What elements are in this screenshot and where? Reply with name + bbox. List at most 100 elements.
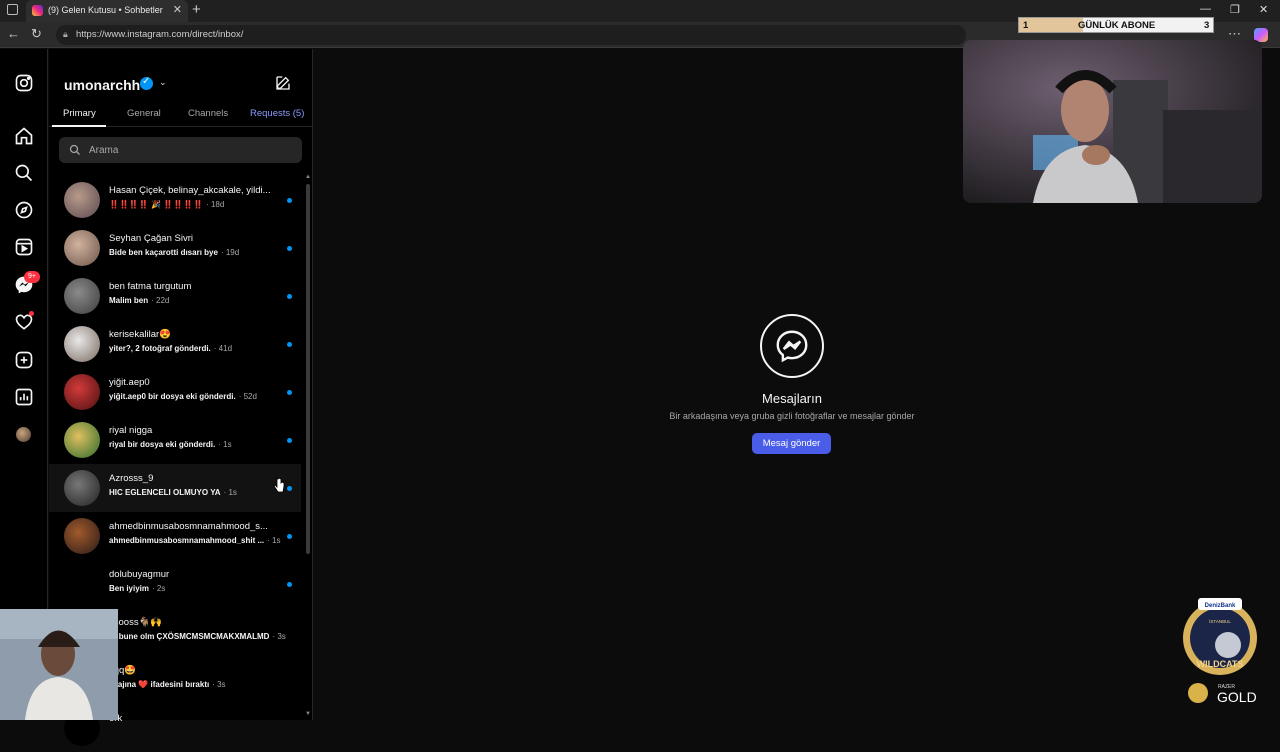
chevron-down-icon[interactable]: ⌄ (159, 77, 167, 88)
url-field[interactable]: 🔒︎ https://www.instagram.com/direct/inbo… (56, 25, 966, 45)
conversation-preview: ahmedbinmusabosmnamahmood_shit ... (109, 536, 265, 545)
conversation-time: · 52d (238, 392, 257, 401)
conversation-preview-line: ‼️‼️‼️‼️ 🎉 ‼️‼️‼️‼️ · 18d (109, 200, 224, 209)
empty-state-subtitle: Bir arkadaşına veya gruba gizli fotoğraf… (669, 411, 915, 421)
conversation-preview: Bide ben kaçarotti dısarı bye (109, 248, 218, 257)
conversation-item[interactable]: Seyhan Çağan Sivri Bide ben kaçarotti dıs… (49, 224, 301, 272)
conversation-item[interactable]: ahmedbinmusabosmnamahmood_s... ahmedbinmu… (49, 512, 301, 560)
verified-badge-icon (140, 76, 153, 90)
minimize-icon[interactable]: — (1200, 3, 1211, 15)
goal-label: GÜNLÜK ABONE (1078, 20, 1156, 31)
conversation-preview-line: n: bune olm ÇXÖSMCMSMCMAKXMALMD · 3s (109, 632, 286, 641)
conversation-time: · 2s (152, 584, 166, 593)
messenger-icon[interactable]: 9+ (14, 271, 40, 295)
streamer-webcam (963, 40, 1262, 203)
url-text: https://www.instagram.com/direct/inbox/ (76, 29, 244, 40)
avatar (64, 182, 100, 218)
guest-webcam (0, 609, 118, 720)
sponsor-year-right: 06 (1242, 637, 1250, 644)
conversation-preview: esajına ❤️ ifadesini bıraktı (109, 680, 210, 689)
back-icon[interactable]: ← (7, 26, 20, 41)
conversation-preview: Malim ben (109, 296, 149, 305)
conversation-preview-line: Ben iyiyim · 2s (109, 584, 165, 593)
conversation-preview-line: Bide ben kaçarotti dısarı bye · 19d (109, 248, 239, 257)
scrollbar[interactable]: ▲ ▼ (305, 174, 311, 719)
home-icon[interactable] (14, 126, 34, 146)
dashboard-icon[interactable] (14, 387, 34, 407)
unread-dot (287, 198, 292, 203)
tab-actions-icon[interactable] (7, 4, 18, 15)
conversation-time: · 1s (223, 488, 237, 497)
goal-end: 3 (1204, 20, 1210, 31)
conversation-time: · 41d (213, 344, 233, 353)
close-tab-icon[interactable]: ✕ (173, 3, 182, 16)
search-box[interactable] (59, 137, 302, 163)
conversation-time: · 3s (212, 680, 226, 689)
conversation-preview: HIC EGLENCELI OLMUYO YA (109, 488, 221, 497)
unread-dot (287, 294, 292, 299)
conversation-time: · 19d (220, 248, 240, 257)
notifications-heart-icon[interactable] (14, 311, 34, 332)
conversation-item[interactable]: kerisekalilar😍 yiter?, 2 fotoğraf gönderd… (49, 320, 301, 368)
compose-icon[interactable] (275, 75, 291, 91)
conversation-preview: ‼️‼️‼️‼️ 🎉 ‼️‼️‼️‼️ (109, 200, 204, 209)
sponsor-brand: GOLD (1217, 689, 1257, 705)
tab-general[interactable]: General (127, 108, 161, 119)
conversation-name: dolubuyagmur (109, 569, 170, 580)
profile-avatar[interactable] (14, 425, 34, 445)
sponsor-bank: DenizBank (1205, 603, 1236, 609)
avatar (64, 230, 100, 266)
conversation-item[interactable]: ben fatma turgutum Malim ben · 22d (49, 272, 301, 320)
site-info-icon[interactable]: 🔒︎ (63, 29, 68, 40)
conversation-time: · 22d (151, 296, 170, 305)
conversation-time: · 18d (206, 200, 225, 209)
refresh-icon[interactable]: ↻ (31, 26, 42, 42)
reels-icon[interactable] (14, 237, 34, 257)
explore-icon[interactable] (14, 200, 34, 220)
account-username[interactable]: umonarchh (64, 77, 140, 93)
mouse-cursor-icon (273, 477, 285, 493)
conversation-item[interactable]: Hasan Çiçek, belinay_akcakale, yildi... ‼… (49, 176, 301, 224)
conversation-preview: Ben iyiyim (109, 584, 150, 593)
maximize-icon[interactable]: ❐ (1230, 3, 1240, 16)
sponsor-logos: WILDCATS DenizBank İSTANBUL 20 06 RAZER … (1180, 598, 1260, 710)
conversation-preview-line: Malim ben · 22d (109, 296, 169, 305)
conversation-preview-line: yiğit.aep0 bir dosya eki gönderdi. · 52d (109, 392, 257, 401)
close-window-icon[interactable]: ✕ (1259, 3, 1268, 16)
conversation-preview: n: bune olm ÇXÖSMCMSMCMAKXMALMD (109, 632, 270, 641)
conversation-preview-line: ahmedbinmusabosmnamahmood_shit ... · 1s (109, 536, 280, 545)
search-icon[interactable] (14, 163, 34, 183)
conversation-preview-line: riyal bir dosya eki gönderdi. · 1s (109, 440, 232, 449)
unread-dot (287, 486, 292, 491)
instagram-logo-icon[interactable] (14, 73, 34, 93)
conversation-item[interactable]: riyal nigga riyal bir dosya eki gönderdi.… (49, 416, 301, 464)
instagram-favicon-icon (32, 5, 43, 16)
conversation-item[interactable]: dolubuyagmur Ben iyiyim · 2s (49, 560, 301, 608)
conversation-item[interactable]: Azrosss_9 HIC EGLENCELI OLMUYO YA · 1s (49, 464, 301, 512)
empty-state-title: Mesajların (762, 391, 822, 406)
conversation-item[interactable]: yiğit.aep0 yiğit.aep0 bir dosya eki gönde… (49, 368, 301, 416)
create-icon[interactable] (14, 350, 34, 370)
conversation-name: Seyhan Çağan Sivri (109, 233, 193, 244)
unread-dot (287, 438, 292, 443)
conversation-name: kerisekalilar😍 (109, 329, 171, 340)
conversation-name: Azrosss_9 (109, 473, 154, 484)
avatar (64, 326, 100, 362)
conversation-preview: yiter?, 2 fotoğraf gönderdi. (109, 344, 211, 353)
send-message-button[interactable]: Mesaj gönder (752, 433, 831, 454)
tab-primary[interactable]: Primary (63, 108, 96, 119)
scrollbar-thumb[interactable] (306, 184, 310, 554)
tab-requests[interactable]: Requests (5) (250, 108, 304, 119)
alert-dot (29, 311, 34, 316)
messenger-icon (760, 314, 824, 378)
goal-start: 1 (1023, 20, 1029, 31)
search-icon (69, 143, 81, 161)
unread-dot (287, 342, 292, 347)
browser-tab[interactable]: (9) Gelen Kutusu • Sohbetler ✕ (26, 0, 188, 22)
new-tab-button[interactable]: + (192, 1, 201, 18)
unread-dot (287, 534, 292, 539)
tab-title: (9) Gelen Kutusu • Sohbetler (48, 5, 163, 15)
search-input[interactable] (89, 141, 289, 159)
sponsor-year-left: 20 (1192, 637, 1200, 644)
tab-channels[interactable]: Channels (188, 108, 228, 119)
